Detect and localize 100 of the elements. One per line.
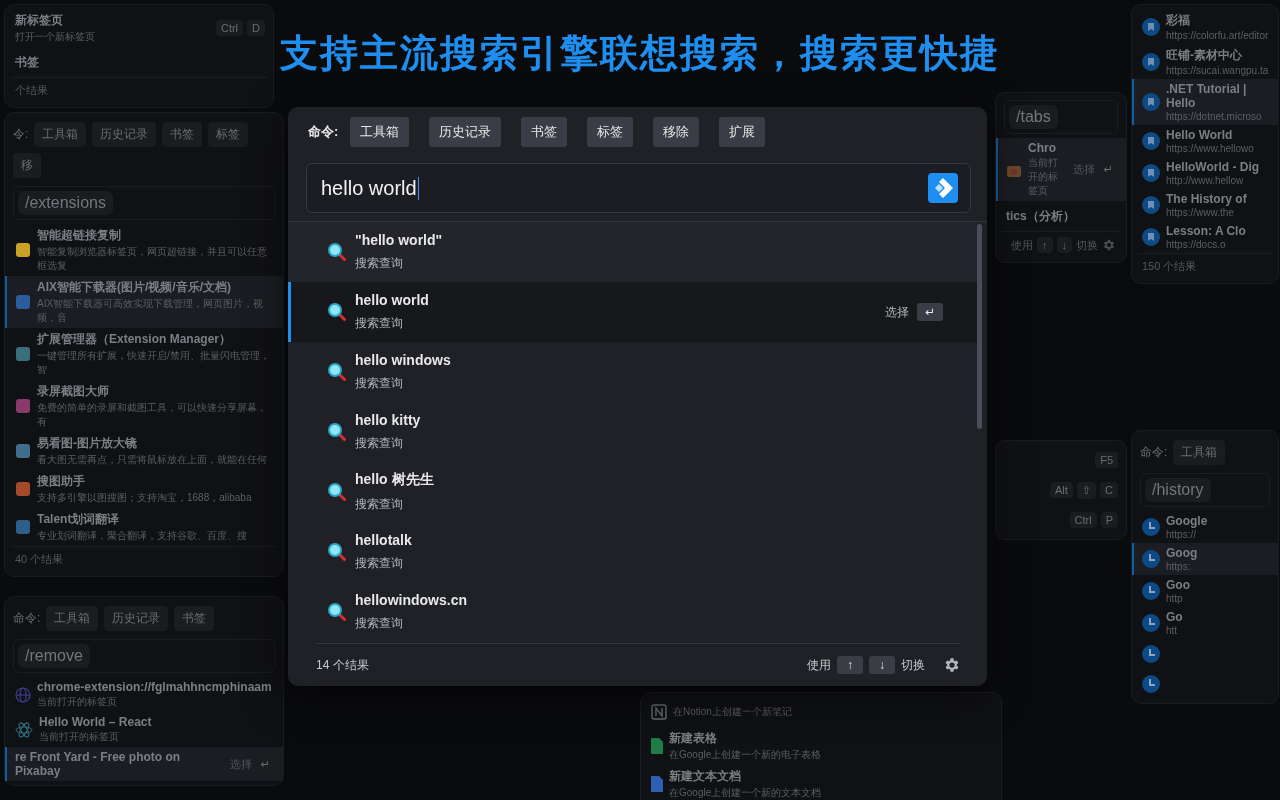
search-field[interactable]: /history [1140,473,1270,507]
command-label: 令: [13,126,29,143]
result-row[interactable]: 旺铺-素材中心 https://sucai.wangpu.ta [1132,44,1278,79]
clock-icon [1142,518,1160,536]
clock-icon [1142,614,1160,632]
globe-icon [15,686,31,703]
result-row[interactable]: tics（分析） [996,201,1126,231]
result-title: The History of [1166,192,1247,206]
suggestion-subtitle: 搜索查询 [355,255,404,272]
command-chip[interactable]: 书签 [521,117,568,147]
suggestion-title: hellowindows.cn [355,592,468,608]
result-title: Lesson: A Clo [1166,224,1246,238]
suggestion-title: hellotalk [355,532,413,548]
command-chip[interactable]: 工具箱 [46,606,99,631]
result-title: HelloWorld - Dig [1166,160,1260,174]
result-row[interactable]: Goog https: [1132,543,1278,575]
command-chip[interactable]: 历史记录 [429,117,502,147]
result-row[interactable]: Alt ⇧ C [996,475,1126,505]
search-query: hello world [321,176,419,200]
command-chip[interactable]: 标签 [208,122,249,147]
suggestion-subtitle: 搜索查询 [355,435,404,452]
command-chip[interactable]: 标签 [587,117,634,147]
bookmark-icon [1142,17,1160,36]
suggestion-row[interactable]: hello 树先生 搜索查询 [288,462,977,522]
command-chip[interactable]: 工具箱 [34,122,87,147]
bookmark-icon [1142,93,1160,111]
key-cap: ↓ [1056,237,1072,253]
result-row[interactable]: chrome-extension://fglmahhncmphinaam 当前打开的标签页 [5,677,283,712]
command-chip[interactable]: 移 [13,153,41,178]
command-label: 命令: [13,610,41,627]
result-title: Google [1166,514,1208,528]
result-subtitle: https://colorfu.art/editor [1166,30,1269,41]
use-label: 使用 [1011,237,1033,253]
suggestion-row[interactable]: hello kitty 搜索查询 [288,402,977,462]
result-title: Goo [1166,578,1190,592]
notebook-icon [651,704,667,720]
query-tag: /extensions [18,191,113,215]
clock-icon [1142,582,1160,600]
result-row[interactable]: 彩福 https://colorfu.art/editor [1132,9,1278,44]
result-row[interactable]: 智能超链接复制 智能复制浏览器标签页，网页超链接，并且可以任意框选复 [5,224,283,276]
suggestion-row[interactable]: hellotalk 搜索查询 [288,522,977,582]
key-cap: C [1100,482,1118,498]
result-title: 扩展管理器（Extension Manager） [37,331,232,348]
key-cap: Ctrl [215,20,244,36]
suggestion-row[interactable]: hello windows 搜索查询 [288,342,977,402]
switch-label: 切换 [1076,237,1098,253]
result-row[interactable]: Lesson: A Clo https://docs.o [1132,221,1278,253]
suggestion-title: hello 树先生 [355,471,435,489]
search-field[interactable]: hello world [306,163,971,213]
select-hint: 选择 [885,303,909,321]
result-row[interactable]: Go htt [1132,607,1278,639]
result-row[interactable]: .NET Tutorial | Hello https://dotnet.microso [1132,79,1278,125]
result-row[interactable]: Ctrl P [996,505,1126,535]
command-chip[interactable]: 工具箱 [350,117,410,147]
result-row[interactable]: F5 [996,445,1126,475]
result-subtitle: https: [1166,561,1191,572]
result-row[interactable]: Google https:// [1132,511,1278,543]
command-chip[interactable]: 历史记录 [92,122,157,147]
command-chip[interactable]: 书签 [162,122,203,147]
result-title: 新建表格 [669,730,717,747]
result-subtitle: 当前打开的标签页 [39,730,119,744]
search-field[interactable]: /tabs [1004,100,1118,134]
suggestion-row[interactable]: hello world 搜索查询 选择 ↵ [288,282,977,342]
command-chip[interactable]: 扩展 [719,117,766,147]
key-cap: F5 [1095,452,1118,468]
result-row[interactable]: Hello World – React 当前打开的标签页 [5,712,283,747]
result-row[interactable]: Talent划词翻译 专业划词翻译，聚合翻译，支持谷歌、百度、搜 [5,508,283,546]
suggestion-title: hello kitty [355,412,422,428]
scrollbar[interactable] [977,224,982,429]
search-icon [327,242,347,262]
result-row[interactable]: 书签 [5,47,273,77]
result-subtitle: 专业划词翻译，聚合翻译，支持谷歌、百度、搜 [37,529,247,543]
use-label: 使用 [807,656,831,674]
query-tag: /tabs [1009,105,1058,129]
result-title: tics（分析） [1006,207,1075,225]
suggestion-row[interactable]: hellowindows.cn 搜索查询 [288,582,977,642]
suggestion-subtitle: 搜索查询 [355,615,404,632]
clock-icon [1142,675,1160,693]
result-row[interactable]: Hello World https://www.hellowo [1132,125,1278,157]
search-field[interactable]: /remove [13,639,275,673]
result-row[interactable]: HelloWorld - Dig http://www.hellow [1132,157,1278,189]
command-chip[interactable]: 历史记录 [104,606,169,631]
search-field[interactable]: /extensions [13,186,275,220]
command-chip[interactable]: 书签 [174,606,215,631]
result-row[interactable]: 搜图助手 支持多引擎以图搜图；支持淘宝，1688，alibaba [5,470,283,508]
command-chip[interactable]: 移除 [653,117,700,147]
suggestion-subtitle: 搜索查询 [355,496,404,513]
suggestion-row[interactable]: "hello world" 搜索查询 [288,222,977,282]
result-row[interactable]: The History of https://www.the [1132,189,1278,221]
result-row[interactable]: Goo http [1132,575,1278,607]
command-chip[interactable]: 工具箱 [1173,440,1226,465]
result-title: Hello World [1166,128,1233,142]
switch-label: 切换 [901,656,925,674]
result-title: 录屏截图大师 [37,383,109,400]
settings-icon[interactable] [943,656,961,674]
search-icon [327,302,347,322]
query-tag: /history [1145,478,1211,502]
clock-icon [1142,550,1160,568]
result-subtitle: htt [1166,625,1178,636]
command-label: 命令: [308,123,339,141]
